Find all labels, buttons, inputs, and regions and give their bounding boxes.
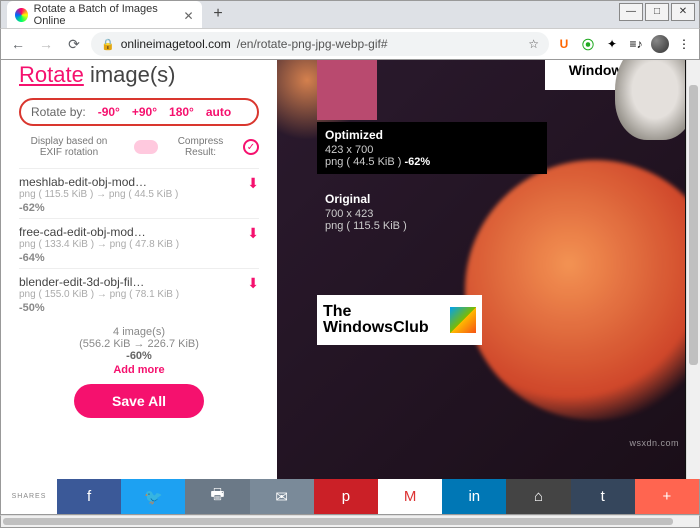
rotate-option-minus90[interactable]: -90° [98,105,120,119]
page-title: Rotate image(s) [19,62,259,88]
summary-count: 4 image(s) [19,326,259,338]
file-row: blender-edit-3d-obj-fil… png ( 155.0 KiB… [19,268,259,318]
file-percent: -62% [19,202,259,214]
share-linkedin[interactable]: in [442,479,506,514]
card-percent: -62% [405,156,431,168]
original-info-card: Original 700 x 423 png ( 115.5 KiB ) [317,186,467,238]
title-rotate-link[interactable]: Rotate [19,62,84,87]
lock-icon: 🔒 [101,38,115,51]
horizontal-scrollbar[interactable] [0,515,700,528]
reload-button[interactable]: ⟳ [63,33,85,55]
file-percent: -50% [19,302,259,314]
url-domain: onlineimagetool.com [121,37,231,51]
site-favicon [15,8,28,22]
watermark: wsxdn.com [629,438,679,448]
page-viewport: WindowsClub Optimized 423 x 700 png ( 44… [0,60,700,500]
file-meta: png ( 155.0 KiB ) → png ( 78.1 KiB ) [19,289,259,300]
tab-title: Rotate a Batch of Images Online [34,3,178,27]
exif-toggle[interactable] [134,140,158,154]
back-button[interactable]: ← [7,33,29,55]
optimized-info-card: Optimized 423 x 700 png ( 44.5 KiB ) -62… [317,122,547,174]
extension-icon-check[interactable]: ⦿ [579,35,597,53]
rotate-option-auto[interactable]: auto [206,105,231,119]
preview-thumbnail-fragment [615,60,685,140]
bookmark-star-icon[interactable]: ☆ [528,37,539,51]
window-minimize-button[interactable]: — [619,3,643,21]
share-gmail[interactable]: M [378,479,442,514]
summary-block: 4 image(s) (556.2 KiB → 226.7 KiB) -60% … [19,326,259,376]
file-list: meshlab-edit-obj-mod… png ( 115.5 KiB ) … [19,168,259,318]
file-name: blender-edit-3d-obj-fil… [19,275,259,289]
compress-label: Compress Result: [173,136,228,158]
browser-tab[interactable]: Rotate a Batch of Images Online ✕ [7,1,202,28]
rotate-by-row: Rotate by: -90° +90° 180° auto [19,98,259,126]
share-tumblr[interactable]: t [571,479,635,514]
file-meta: png ( 133.4 KiB ) → png ( 47.8 KiB ) [19,239,259,250]
card-dimensions: 423 x 700 [325,144,539,156]
preview-pane: WindowsClub Optimized 423 x 700 png ( 44… [277,60,685,500]
share-buffer[interactable]: ⌂ [506,479,570,514]
shares-label: SHARES [1,479,57,514]
share-facebook[interactable]: f [57,479,121,514]
file-percent: -64% [19,252,259,264]
compress-checkbox[interactable]: ✓ [243,139,259,155]
summary-percent: -60% [19,350,259,362]
download-icon[interactable]: ⬇ [247,175,259,192]
share-twitter[interactable]: 🐦 [121,479,185,514]
new-tab-button[interactable]: + [208,5,228,25]
close-tab-icon[interactable]: ✕ [183,9,194,21]
card-fileinfo: png ( 44.5 KiB ) [325,156,405,168]
rotate-option-180[interactable]: 180° [169,105,194,119]
chrome-menu-icon[interactable]: ⋮ [675,35,693,53]
file-row: free-cad-edit-obj-mod… png ( 133.4 KiB )… [19,218,259,268]
extension-icon-u[interactable]: U [555,35,573,53]
file-name: free-cad-edit-obj-mod… [19,225,259,239]
save-all-button[interactable]: Save All [74,384,204,418]
profile-avatar[interactable] [651,35,669,53]
download-icon[interactable]: ⬇ [247,225,259,242]
preview-thumbnail-fragment [317,60,377,120]
file-name: meshlab-edit-obj-mod… [19,175,259,189]
add-more-link[interactable]: Add more [19,364,259,376]
share-bar: SHARES f 🐦 🖶 ✉ p M in ⌂ t + [0,479,700,515]
window-maximize-button[interactable]: □ [645,3,669,21]
control-panel: Rotate image(s) Rotate by: -90° +90° 180… [1,60,277,500]
share-more[interactable]: + [635,479,699,514]
reading-list-icon[interactable]: ≡♪ [627,35,645,53]
card-title: Optimized [325,128,539,142]
forward-button[interactable]: → [35,33,57,55]
windows-logo-icon [450,307,476,333]
rotate-label: Rotate by: [31,105,86,119]
window-titlebar: Rotate a Batch of Images Online ✕ + — □ … [0,0,700,28]
vertical-scrollbar[interactable] [686,60,700,500]
window-close-button[interactable]: ✕ [671,3,695,21]
exif-label: Display based on EXIF rotation [19,136,119,158]
rotate-option-plus90[interactable]: +90° [132,105,157,119]
scrollbar-thumb[interactable] [3,518,673,525]
address-bar[interactable]: 🔒 onlineimagetool.com/en/rotate-png-jpg-… [91,32,549,56]
url-path: /en/rotate-png-jpg-webp-gif# [237,37,388,51]
extensions-menu-icon[interactable]: ✦ [603,35,621,53]
windowsclub-logo: The WindowsClub [317,295,482,345]
share-pinterest[interactable]: p [314,479,378,514]
download-icon[interactable]: ⬇ [247,275,259,292]
card-fileinfo: png ( 115.5 KiB ) [325,220,459,232]
file-row: meshlab-edit-obj-mod… png ( 115.5 KiB ) … [19,168,259,218]
file-meta: png ( 115.5 KiB ) → png ( 44.5 KiB ) [19,189,259,200]
browser-toolbar: ← → ⟳ 🔒 onlineimagetool.com/en/rotate-pn… [0,28,700,60]
summary-sizes: (556.2 KiB → 226.7 KiB) [19,338,259,350]
scrollbar-thumb[interactable] [689,85,698,365]
card-dimensions: 700 x 423 [325,208,459,220]
decorative-swirl [465,160,685,420]
share-print[interactable]: 🖶 [185,479,249,514]
card-title: Original [325,192,459,206]
share-email[interactable]: ✉ [250,479,314,514]
